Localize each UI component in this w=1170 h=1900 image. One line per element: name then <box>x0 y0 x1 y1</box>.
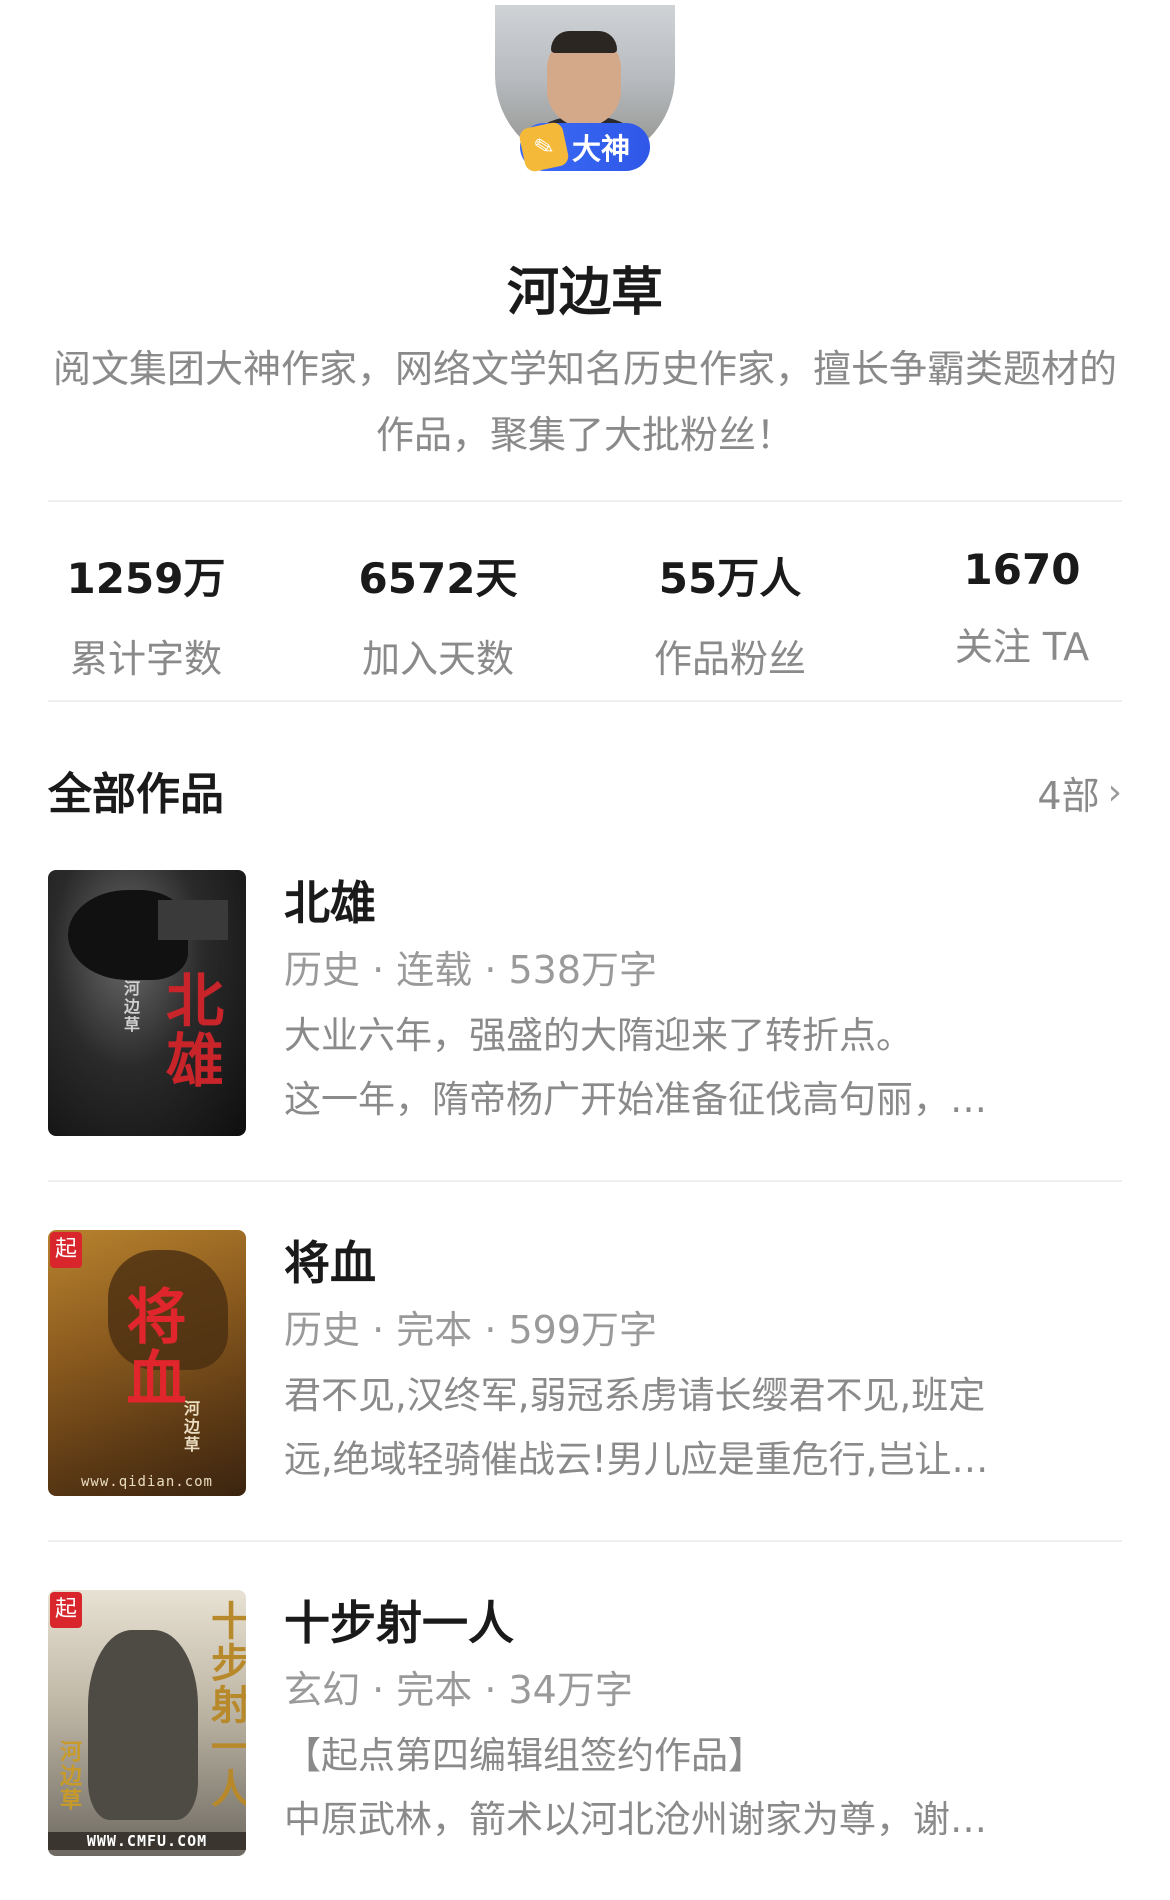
author-avatar[interactable]: ✎ 大神 <box>495 5 675 175</box>
book-item[interactable]: 起 将血 河边草 www.qidian.com 将血 历史 · 完本 · 599… <box>48 1230 1122 1496</box>
divider <box>48 700 1122 702</box>
book-item[interactable]: 起 十步射一人 河边草 WWW.CMFU.COM 十步射一人 玄幻 · 完本 ·… <box>48 1590 1122 1856</box>
cover-url: www.qidian.com <box>80 1474 213 1490</box>
cover-author: 河边草 <box>56 1740 81 1812</box>
book-cover: 起 十步射一人 河边草 WWW.CMFU.COM <box>48 1590 246 1856</box>
stat-value: 55万人 <box>658 554 802 603</box>
divider <box>48 500 1122 502</box>
stat-value: 1670 <box>963 545 1081 594</box>
cover-title: 十步射一人 <box>204 1600 246 1810</box>
divider <box>48 1180 1122 1182</box>
book-desc: 这一年，隋帝杨广开始准备征伐高句丽，… <box>284 1078 987 1121</box>
stat-label: 加入天数 <box>361 637 514 681</box>
pen-icon: ✎ <box>517 120 571 174</box>
stat-following[interactable]: 1670 关注 TA <box>876 545 1168 671</box>
stat-value: 1259万 <box>66 554 226 603</box>
book-cover: 起 将血 河边草 www.qidian.com <box>48 1230 246 1496</box>
book-title: 十步射一人 <box>284 1596 514 1650</box>
works-count-link[interactable]: 4部 › <box>1037 765 1122 820</box>
author-bio: 阅文集团大神作家，网络文学知名历史作家，擅长争霸类题材的作品，聚集了大批粉丝！ <box>52 347 1117 457</box>
works-section-title: 全部作品 <box>48 769 224 820</box>
stat-label: 关注 TA <box>954 625 1090 669</box>
book-cover: 北雄 河边草 <box>48 870 246 1136</box>
book-desc: 大业六年，强盛的大隋迎来了转折点。 <box>284 1014 913 1057</box>
qidian-logo-icon: 起 <box>50 1232 82 1268</box>
stat-label: 累计字数 <box>69 637 222 681</box>
badge-label: 大神 <box>572 132 631 166</box>
book-title: 将血 <box>284 1236 376 1290</box>
stat-total-words: 1259万 累计字数 <box>0 545 292 683</box>
chevron-right-icon: › <box>1107 772 1122 813</box>
cover-title: 北雄 <box>156 970 224 1090</box>
cover-author: 河边草 <box>181 1400 200 1454</box>
stat-join-days: 6572天 加入天数 <box>292 545 584 683</box>
book-meta: 玄幻 · 完本 · 34万字 <box>284 1668 633 1712</box>
book-item[interactable]: 北雄 河边草 北雄 历史 · 连载 · 538万字 大业六年，强盛的大隋迎来了转… <box>48 870 1122 1136</box>
book-desc: 远,绝域轻骑催战云!男儿应是重危行,岂让… <box>284 1438 989 1481</box>
book-desc: 君不见,汉终军,弱冠系虏请长缨君不见,班定 <box>284 1374 986 1417</box>
qidian-logo-icon: 起 <box>50 1592 82 1628</box>
author-name: 河边草 <box>506 263 663 323</box>
divider <box>48 1540 1122 1542</box>
book-desc: 【起点第四编辑组签约作品】 <box>284 1734 765 1777</box>
cover-title: 将血 <box>116 1285 186 1409</box>
works-count: 4部 <box>1037 774 1100 818</box>
stat-fans: 55万人 作品粉丝 <box>584 545 876 683</box>
dashen-badge: ✎ 大神 <box>517 120 650 174</box>
book-meta: 历史 · 连载 · 538万字 <box>284 948 658 992</box>
book-title: 北雄 <box>284 876 376 930</box>
book-meta: 历史 · 完本 · 599万字 <box>284 1308 658 1352</box>
book-desc: 中原武林，箭术以河北沧州谢家为尊，谢… <box>284 1798 987 1841</box>
stat-value: 6572天 <box>358 554 518 603</box>
stat-label: 作品粉丝 <box>653 637 806 681</box>
cover-author: 河边草 <box>121 980 140 1034</box>
cover-url: WWW.CMFU.COM <box>48 1832 246 1850</box>
